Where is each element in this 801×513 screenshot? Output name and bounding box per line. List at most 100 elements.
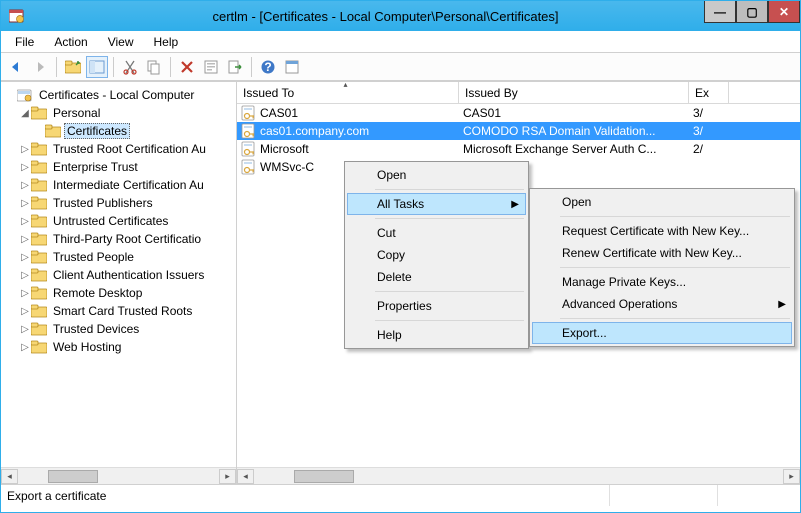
expand-icon[interactable]: ▷: [19, 252, 31, 263]
folder-icon: [31, 105, 47, 121]
scroll-track[interactable]: [18, 469, 219, 484]
menu-help[interactable]: Help: [144, 33, 189, 51]
expand-icon[interactable]: ▷: [19, 234, 31, 245]
scroll-track[interactable]: [254, 469, 783, 484]
help-button[interactable]: ?: [257, 56, 279, 78]
close-button[interactable]: ✕: [768, 1, 800, 23]
folder-icon: [31, 285, 47, 301]
sort-asc-icon: ▴: [343, 82, 347, 89]
tree-certificates[interactable]: Certificates: [31, 122, 234, 140]
column-label: Ex: [695, 86, 709, 100]
tree-node[interactable]: ▷Trusted Publishers: [17, 194, 234, 212]
context-menu: Open All Tasks▶ Cut Copy Delete Properti…: [344, 161, 529, 349]
ctx-properties[interactable]: Properties: [347, 295, 526, 317]
expand-icon[interactable]: ▷: [19, 270, 31, 281]
expand-icon[interactable]: ▷: [19, 342, 31, 353]
scroll-left-button[interactable]: ◂: [237, 469, 254, 484]
expand-icon[interactable]: ▷: [19, 324, 31, 335]
expand-icon[interactable]: ▷: [19, 180, 31, 191]
ctx-sub-request-new-key[interactable]: Request Certificate with New Key...: [532, 220, 792, 242]
column-issued-by[interactable]: Issued By: [459, 82, 689, 103]
folder-icon: [31, 303, 47, 319]
tree-label: Personal: [50, 106, 103, 120]
cell-issued-to: Microsoft: [260, 142, 309, 156]
app-icon: [9, 8, 25, 24]
tree-label: Trusted People: [50, 250, 137, 264]
ctx-cut[interactable]: Cut: [347, 222, 526, 244]
tree-hscrollbar[interactable]: ◂ ▸: [1, 467, 236, 484]
expand-icon[interactable]: ▷: [19, 306, 31, 317]
tree-node[interactable]: ▷ Untrusted Certificates: [17, 212, 234, 230]
tree-label: Certificates: [64, 123, 130, 139]
column-label: Issued To: [243, 86, 294, 100]
tree-label: Intermediate Certification Au: [50, 178, 207, 192]
tree-pane: Certificates - Local Computer ◢Personal …: [1, 82, 237, 484]
tree-node[interactable]: ▷Trusted Root Certification Au: [17, 140, 234, 158]
ctx-sub-open[interactable]: Open: [532, 191, 792, 213]
tree-node[interactable]: ▷Smart Card Trusted Roots: [17, 302, 234, 320]
menu-file[interactable]: File: [5, 33, 44, 51]
toolbar-divider: [170, 57, 171, 77]
column-expiration[interactable]: Ex: [689, 82, 729, 103]
menu-separator: [375, 189, 524, 190]
export-list-button[interactable]: [224, 56, 246, 78]
tree-node[interactable]: ▷Enterprise Trust: [17, 158, 234, 176]
menu-separator: [560, 216, 790, 217]
ctx-copy[interactable]: Copy: [347, 244, 526, 266]
list-header: Issued To ▴ Issued By Ex: [237, 82, 800, 104]
expand-icon[interactable]: ▷: [19, 216, 31, 227]
maximize-button[interactable]: ▢: [736, 1, 768, 23]
cut-button[interactable]: [119, 56, 141, 78]
tree-node[interactable]: ▷Web Hosting: [17, 338, 234, 356]
copy-button[interactable]: [143, 56, 165, 78]
submenu-arrow-icon: ▶: [778, 299, 786, 310]
delete-button[interactable]: [176, 56, 198, 78]
ctx-sub-renew-new-key[interactable]: Renew Certificate with New Key...: [532, 242, 792, 264]
expand-icon[interactable]: ▷: [19, 144, 31, 155]
list-row[interactable]: CAS01 CAS01 3/: [237, 104, 800, 122]
properties-button[interactable]: [200, 56, 222, 78]
column-issued-to[interactable]: Issued To ▴: [237, 82, 459, 103]
scroll-left-button[interactable]: ◂: [1, 469, 18, 484]
menu-action[interactable]: Action: [44, 33, 97, 51]
tree-node[interactable]: ▷Trusted Devices: [17, 320, 234, 338]
show-hide-tree-button[interactable]: [86, 56, 108, 78]
tree-label: Untrusted Certificates: [50, 214, 171, 228]
minimize-button[interactable]: —: [704, 1, 736, 23]
scroll-thumb[interactable]: [48, 470, 98, 483]
list-row-selected[interactable]: cas01.company.com COMODO RSA Domain Vali…: [237, 122, 800, 140]
ctx-delete[interactable]: Delete: [347, 266, 526, 288]
expand-icon[interactable]: ▷: [19, 198, 31, 209]
tree-root[interactable]: Certificates - Local Computer: [3, 86, 234, 104]
scroll-thumb[interactable]: [294, 470, 354, 483]
expand-icon[interactable]: ▷: [19, 288, 31, 299]
menu-separator: [560, 318, 790, 319]
up-button[interactable]: [62, 56, 84, 78]
expand-icon[interactable]: ▷: [19, 162, 31, 173]
refresh-button[interactable]: [281, 56, 303, 78]
tree-personal[interactable]: ◢ Personal: [17, 104, 234, 122]
tree-node[interactable]: ▷Remote Desktop: [17, 284, 234, 302]
list-row[interactable]: Microsoft Microsoft Exchange Server Auth…: [237, 140, 800, 158]
ctx-open[interactable]: Open: [347, 164, 526, 186]
ctx-sub-advanced-operations[interactable]: Advanced Operations▶: [532, 293, 792, 315]
scroll-right-button[interactable]: ▸: [783, 469, 800, 484]
tree-node[interactable]: ▷ Trusted People: [17, 248, 234, 266]
scroll-right-button[interactable]: ▸: [219, 469, 236, 484]
collapse-icon[interactable]: ◢: [19, 108, 31, 119]
menu-view[interactable]: View: [98, 33, 144, 51]
tree-node[interactable]: ▷ Intermediate Certification Au: [17, 176, 234, 194]
toolbar: ?: [1, 53, 800, 81]
ctx-sub-manage-private-keys[interactable]: Manage Private Keys...: [532, 271, 792, 293]
forward-button[interactable]: [29, 56, 51, 78]
ctx-all-tasks[interactable]: All Tasks▶: [347, 193, 526, 215]
tree-node[interactable]: ▷Client Authentication Issuers: [17, 266, 234, 284]
cert-store-icon: [17, 87, 33, 103]
folder-icon: [31, 159, 47, 175]
back-button[interactable]: [5, 56, 27, 78]
folder-icon: [31, 339, 47, 355]
list-hscrollbar[interactable]: ◂ ▸: [237, 467, 800, 484]
ctx-sub-export[interactable]: Export...: [532, 322, 792, 344]
ctx-help[interactable]: Help: [347, 324, 526, 346]
tree-node[interactable]: ▷Third-Party Root Certificatio: [17, 230, 234, 248]
